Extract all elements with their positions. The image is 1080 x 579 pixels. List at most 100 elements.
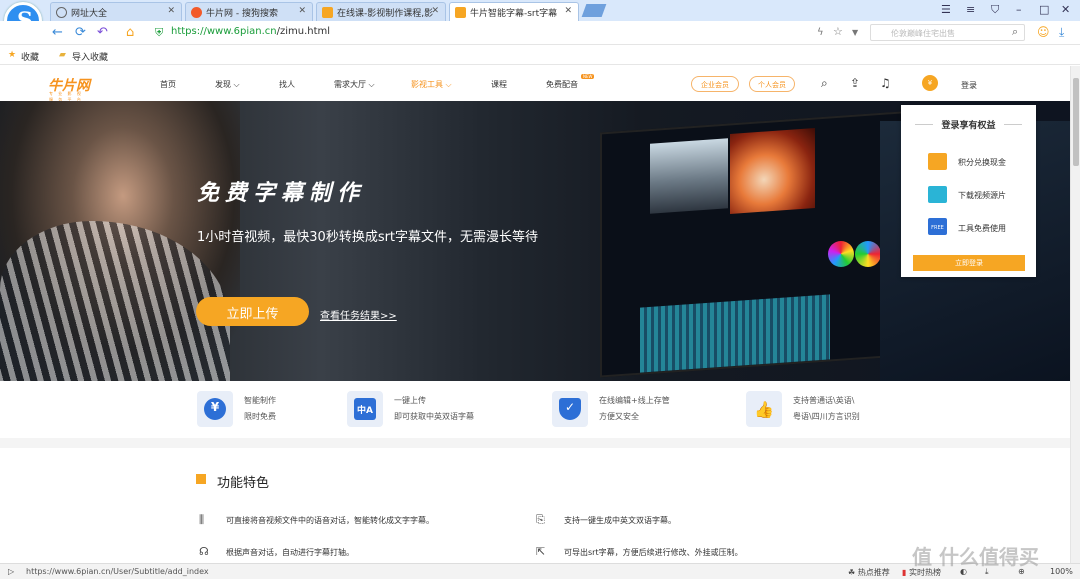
personal-vip-button[interactable]: 个人会员 (749, 76, 795, 92)
minimize-icon[interactable]: – (1016, 3, 1022, 16)
feature-line2: 粤语\四川方言识别 (793, 412, 860, 421)
browser-tab[interactable]: 在线课-影视制作课程,影 ✕ (316, 2, 446, 21)
feature-line2: 方便又安全 (599, 412, 639, 421)
upload-icon[interactable]: ⇪ (850, 76, 860, 90)
home-icon[interactable]: ⌂ (126, 25, 134, 40)
feature-line2: 限时免费 (244, 412, 276, 421)
browser-tab[interactable]: 牛片网 - 搜狗搜索 ✕ (185, 2, 313, 21)
panel-item: 工具免费使用 (958, 224, 1006, 233)
login-benefits-panel: 登录享有权益 积分兑换现金 下载视频源片 FREE 工具免费使用 立即登录 (901, 105, 1036, 277)
browser-tab[interactable]: 网址大全 ✕ (50, 2, 182, 21)
section-marker (196, 474, 206, 484)
view-task-results-link[interactable]: 查看任务结果>> (320, 307, 397, 322)
feature-row: 可导出srt字幕，方便后续进行修改、外挂或压制。 (564, 548, 743, 557)
tab-label: 在线课-影视制作课程,影 (337, 9, 434, 19)
enterprise-vip-button[interactable]: 企业会员 (691, 76, 739, 92)
smiley-icon[interactable]: ☺ (1037, 25, 1050, 39)
close-icon[interactable]: ✕ (298, 6, 306, 16)
bell-icon[interactable]: ♫ (880, 76, 891, 90)
free-tag-icon: FREE (928, 218, 947, 235)
url-prefix: https://www.6pian.cn (171, 26, 277, 37)
search-icon[interactable]: ⌕ (1012, 25, 1018, 39)
page-scrollbar[interactable] (1070, 66, 1080, 563)
bookmark-import[interactable]: 导入收藏 (72, 50, 108, 63)
color-wheel-image (855, 241, 881, 267)
feature-line1: 支持普通话\英语\ (793, 396, 855, 405)
secure-shield-icon: ⛨ (155, 26, 164, 39)
lightning-icon[interactable]: ϟ (817, 27, 824, 38)
feature-row: 支持一键生成中英文双语字幕。 (564, 516, 676, 525)
thumbs-up-icon: 👍 (746, 391, 782, 427)
chart-icon: ▮ (902, 568, 909, 577)
back-icon[interactable]: ← (52, 25, 63, 40)
web-page: 牛片网专 业 影 视 服 务 平 台 首页 发现 ⌵ 找人 需求大厅 ⌵ 影视工… (0, 66, 1070, 563)
feature-line1: 智能制作 (244, 396, 276, 405)
features-strip: ¥ 智能制作 限时免费 中A 一键上传 即可获取中英双语字幕 ✓ 在线编辑+线上存管… (0, 381, 1070, 438)
skin-icon[interactable]: ☰ (941, 3, 951, 16)
feature-line2: 即可获取中英双语字幕 (394, 412, 474, 421)
tab-label: 牛片智能字幕-srt字幕 (470, 9, 558, 19)
zoom-level[interactable]: 100% (1050, 567, 1073, 576)
bilingual-doc-icon: ⎘ (536, 513, 545, 526)
close-icon[interactable]: ✕ (167, 6, 175, 16)
section-divider (0, 438, 1070, 448)
section-title: 功能特色 (217, 476, 270, 491)
scroll-thumb[interactable] (1073, 78, 1079, 166)
watermark: 值 什么值得买 (912, 545, 1039, 569)
nav-discover[interactable]: 发现 ⌵ (215, 79, 240, 90)
nav-courses[interactable]: 课程 (491, 79, 507, 90)
bookmarks-bar: ★ 收藏 ▰ 导入收藏 (0, 46, 1080, 65)
globe-icon (56, 7, 67, 18)
download-icon[interactable]: ⤓ (1059, 25, 1064, 40)
browser-tab-bar: 网址大全 ✕ 牛片网 - 搜狗搜索 ✕ 在线课-影视制作课程,影 ✕ 牛片智能字… (0, 0, 1080, 21)
new-badge: NEW (581, 74, 595, 79)
panel-toggle-icon[interactable]: ▷ (8, 567, 14, 576)
login-link[interactable]: 登录 (961, 80, 977, 91)
refresh-icon[interactable]: ⟳ (75, 25, 86, 40)
search-input[interactable]: 伦敦巅峰住宅出售 (870, 24, 1025, 41)
points-exchange-icon (928, 153, 947, 170)
panel-item: 下载视频源片 (958, 191, 1006, 200)
star-icon: ★ (8, 50, 17, 60)
close-window-icon[interactable]: ✕ (1061, 3, 1070, 16)
feature-item: 智能制作 限时免费 (244, 393, 276, 425)
address-bar: ← ⟳ ↶ ⌂ ⛨ https://www.6pian.cn/zimu.html… (0, 21, 1080, 45)
url-field[interactable]: https://www.6pian.cn/zimu.html (171, 26, 330, 37)
coin-icon[interactable]: ¥ (922, 75, 938, 91)
chevron-down-icon[interactable]: ▼ (852, 28, 858, 37)
browser-tab-active[interactable]: 牛片智能字幕-srt字幕 ✕ (449, 2, 579, 21)
hot-topics-link[interactable]: ☘ 热点推荐 (848, 567, 890, 578)
url-path: /zimu.html (276, 26, 331, 37)
search-icon[interactable]: ⌕ (821, 76, 828, 91)
nav-free-dubbing[interactable]: 免费配音 (546, 79, 578, 90)
shield-check-icon: ✓ (552, 391, 588, 427)
star-icon[interactable]: ☆ (833, 25, 843, 38)
nav-demand-hall[interactable]: 需求大厅 ⌵ (334, 79, 375, 90)
hero-title: 免费字幕制作 (197, 181, 366, 206)
site-logo[interactable]: 牛片网专 业 影 视 服 务 平 台 (48, 75, 90, 102)
nav-home[interactable]: 首页 (160, 79, 176, 90)
feature-row: 可直接将音视频文件中的语音对话，智能转化成文字字幕。 (226, 516, 434, 525)
video-frame-image (730, 128, 815, 214)
hot-topics-label: 热点推荐 (857, 568, 890, 577)
maximize-icon[interactable]: □ (1039, 3, 1049, 16)
nav-find-people[interactable]: 找人 (279, 79, 295, 90)
panel-item: 积分兑换现金 (958, 158, 1006, 167)
upload-now-button[interactable]: 立即上传 (196, 297, 309, 326)
nav-video-tools[interactable]: 影视工具 ⌵ (411, 79, 452, 90)
niupian-favicon-icon (322, 7, 333, 18)
headphones-icon: ☊ (199, 545, 209, 558)
new-tab-button[interactable] (581, 4, 607, 17)
undo-icon[interactable]: ↶ (97, 25, 108, 40)
yuan-icon: ¥ (197, 391, 233, 427)
feature-item: 支持普通话\英语\ 粤语\四川方言识别 (793, 393, 860, 425)
close-icon[interactable]: ✕ (564, 6, 572, 16)
menu-icon[interactable]: ≡ (966, 3, 975, 16)
niupian-favicon-icon (455, 7, 466, 18)
timeline-image (640, 294, 830, 373)
bookmark-favorites[interactable]: 收藏 (21, 50, 39, 63)
close-icon[interactable]: ✕ (431, 6, 439, 16)
shirt-icon[interactable]: ⛉ (991, 3, 999, 17)
login-now-button[interactable]: 立即登录 (913, 255, 1025, 271)
video-frame-image (650, 138, 728, 214)
